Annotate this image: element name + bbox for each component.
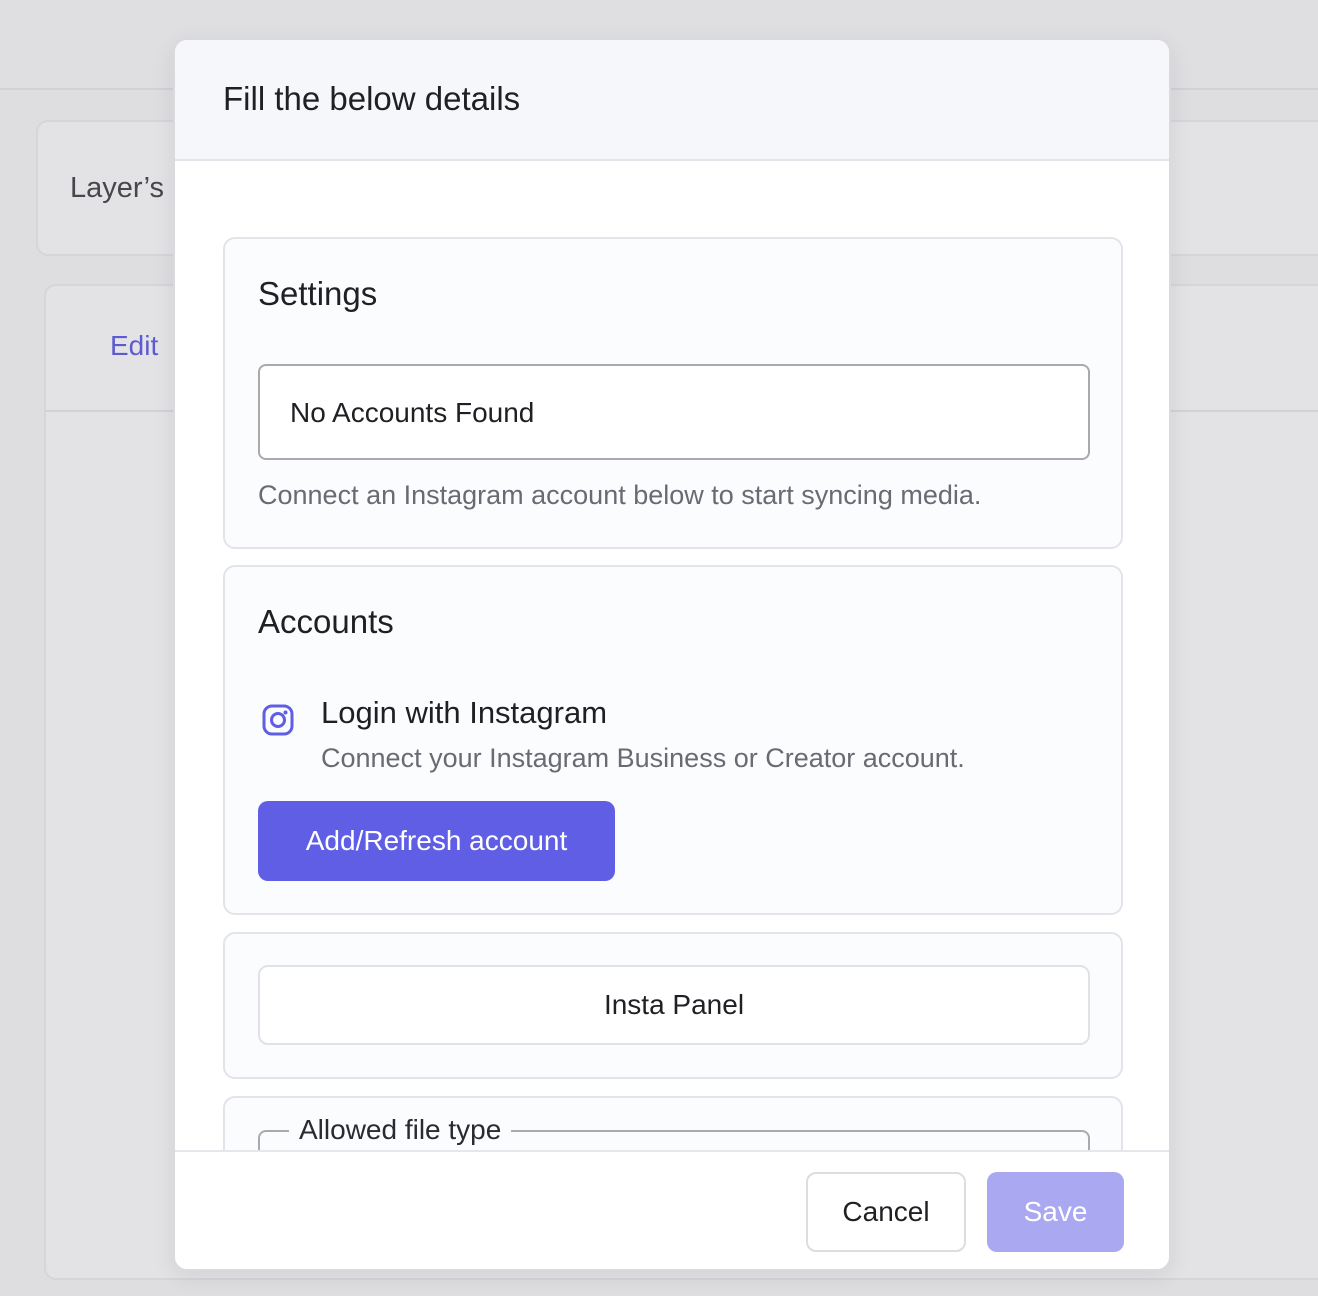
modal-footer: Cancel Save (175, 1150, 1169, 1269)
file-type-section: Allowed file type (223, 1096, 1123, 1151)
file-type-legend: Allowed file type (289, 1114, 512, 1146)
login-instagram-title: Login with Instagram (321, 695, 608, 730)
login-instagram-description: Connect your Instagram Business or Creat… (321, 743, 965, 773)
modal-title: Fill the below details (223, 80, 521, 117)
tab-edit[interactable]: Edit (110, 330, 158, 362)
instagram-icon (261, 703, 295, 742)
save-button[interactable]: Save (987, 1172, 1124, 1252)
details-modal: Fill the below details Settings No Accou… (173, 38, 1171, 1271)
accounts-heading: Accounts (258, 603, 394, 640)
add-refresh-account-button[interactable]: Add/Refresh account (258, 801, 615, 881)
account-select-value: No Accounts Found (290, 397, 535, 428)
account-select[interactable]: No Accounts Found (258, 364, 1090, 460)
settings-section: Settings No Accounts Found Connect an In… (223, 237, 1123, 549)
accounts-section: Accounts Login with Instagram Connect yo… (223, 565, 1123, 915)
insta-panel-section: Insta Panel (223, 932, 1123, 1079)
settings-heading: Settings (258, 275, 378, 312)
settings-helper-text: Connect an Instagram account below to st… (258, 480, 982, 510)
modal-body[interactable]: Settings No Accounts Found Connect an In… (175, 161, 1169, 1151)
insta-panel-button[interactable]: Insta Panel (258, 965, 1090, 1045)
modal-header: Fill the below details (175, 40, 1169, 161)
cancel-button[interactable]: Cancel (806, 1172, 966, 1252)
